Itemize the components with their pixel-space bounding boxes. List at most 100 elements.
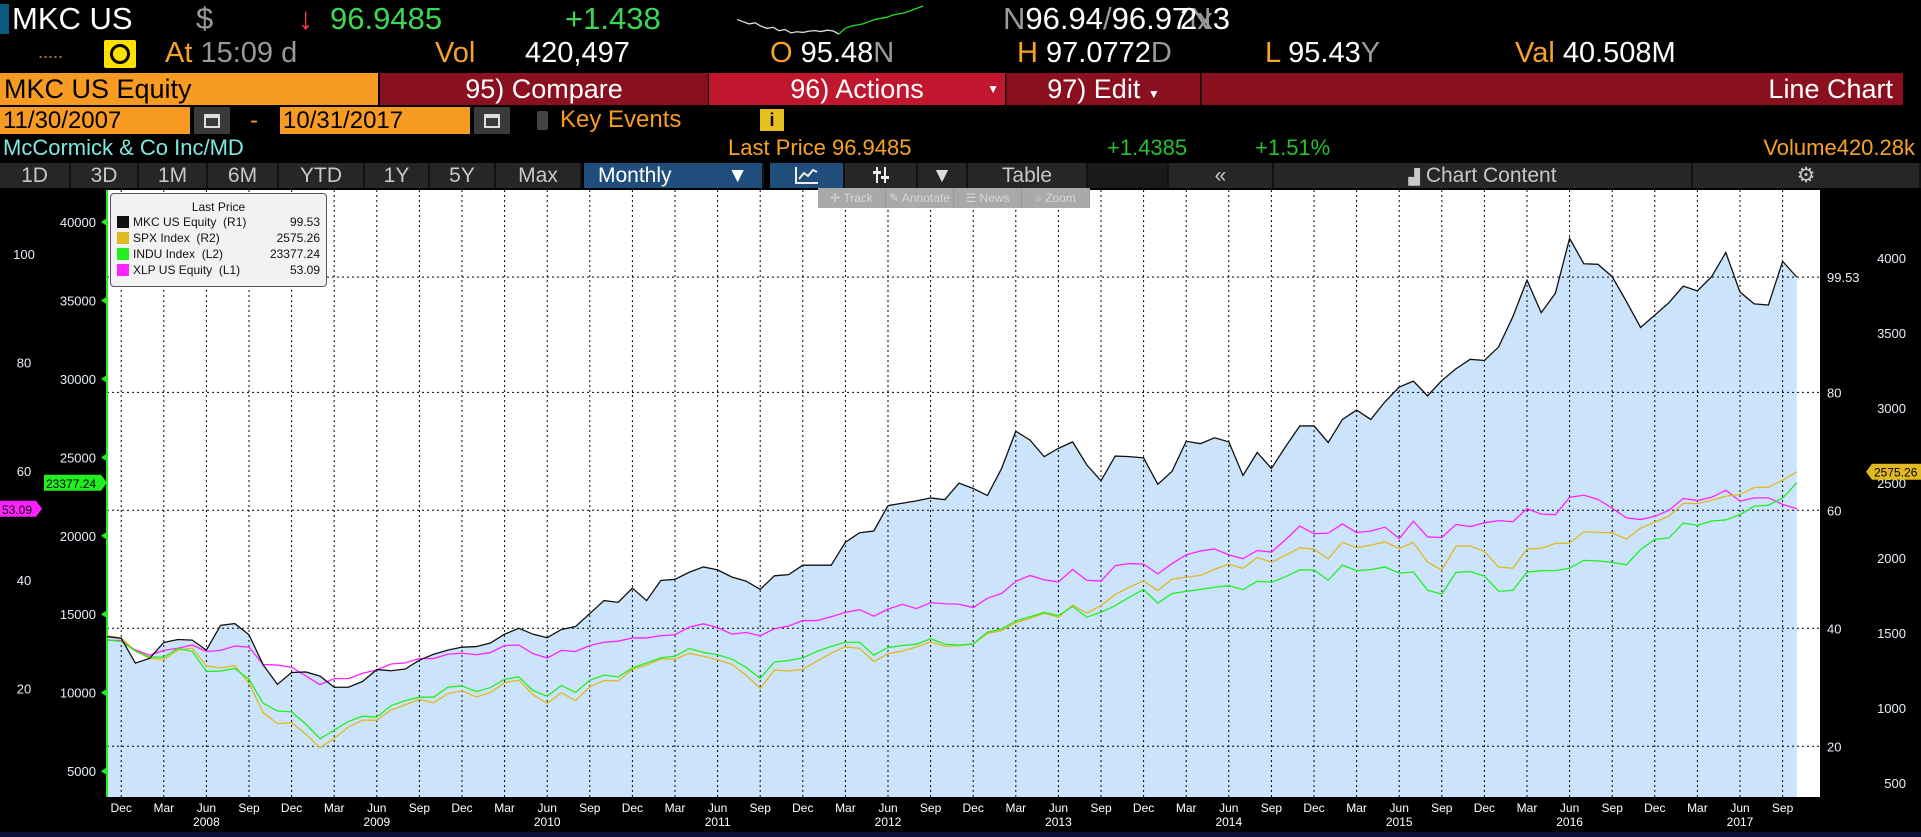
security-field[interactable]: MKC US Equity <box>0 73 378 105</box>
x-tick-label: Sep <box>409 801 431 815</box>
delay-gauge-icon[interactable] <box>104 40 136 68</box>
year-label: 2010 <box>534 815 561 829</box>
compare-button[interactable]: 95) Compare <box>380 73 708 105</box>
key-events-checkbox[interactable] <box>537 111 548 130</box>
line-chart-icon[interactable] <box>770 163 845 188</box>
period-6m-button[interactable]: 6M <box>208 163 279 188</box>
track-label: Track <box>843 191 873 205</box>
price-change: +1.438 <box>565 1 661 36</box>
period-3d-button[interactable]: 3D <box>71 163 139 188</box>
chevron-down-icon: ▼ <box>1147 87 1160 101</box>
down-arrow-icon: ↓ <box>298 1 314 36</box>
left-axis-l2-tick: 15000 <box>60 607 96 622</box>
at-label: At <box>165 37 193 69</box>
time-flag: d <box>281 37 298 69</box>
legend-item-indu[interactable]: INDU Index (L2) 23377.24 <box>111 246 326 262</box>
x-tick-label: Dec <box>963 801 984 815</box>
end-date-input[interactable]: 10/31/2017 <box>280 107 470 134</box>
legend-item-mkc[interactable]: MKC US Equity (R1) 99.53 <box>111 214 326 230</box>
period-1d-button[interactable]: 1D <box>0 163 71 188</box>
start-date-input[interactable]: 11/30/2007 <box>0 107 190 134</box>
year-label: 2009 <box>363 815 390 829</box>
zoom-button[interactable]: ⌕ Zoom <box>1022 188 1090 208</box>
key-events-label[interactable]: Key Events <box>560 106 681 134</box>
left-axis-l2-tick: 30000 <box>60 372 96 387</box>
period-5y-button[interactable]: 5Y <box>430 163 496 188</box>
right-axis-r2-tick: 3000 <box>1877 401 1906 416</box>
legend-series-name: INDU Index <box>133 247 196 261</box>
last-price-value: 96.9485 <box>831 135 912 160</box>
legend-last-value: 23377.24 <box>269 247 320 261</box>
x-tick-label: Sep <box>1261 801 1283 815</box>
magnifier-icon: ⌕ <box>1035 191 1042 205</box>
indu-last-tag-label: 23377.24 <box>46 477 96 491</box>
period-1m-button[interactable]: 1M <box>139 163 208 188</box>
legend-series-name: SPX Index <box>133 231 190 245</box>
chart-type-label: Line Chart <box>1201 73 1903 105</box>
low-flag: Y <box>1360 37 1381 69</box>
value-label: Val <box>1515 37 1555 69</box>
chart-legend[interactable]: Last Price MKC US Equity (R1) 99.53 SPX I… <box>110 193 327 287</box>
x-tick-label: Jun <box>878 801 897 815</box>
x-tick-label: Mar <box>1176 801 1197 815</box>
pencil-icon: ✎ <box>889 191 900 205</box>
chevron-down-icon: ▼ <box>987 82 999 96</box>
ask-size: 3 <box>1212 1 1230 36</box>
annotate-button[interactable]: ✎ Annotate <box>886 188 954 208</box>
x-tick-label: Sep <box>1431 801 1453 815</box>
table-button[interactable]: Table <box>968 163 1088 188</box>
x-tick-label: Jun <box>1730 801 1749 815</box>
calendar-icon[interactable] <box>474 107 510 134</box>
news-button[interactable]: ☰ News <box>954 188 1022 208</box>
calendar-icon[interactable] <box>194 107 230 134</box>
x-tick-label: Dec <box>792 801 813 815</box>
chevron-down-icon: ▼ <box>727 164 748 187</box>
x-tick-label: Mar <box>1346 801 1367 815</box>
legend-item-xlp[interactable]: XLP US Equity (L1) 53.09 <box>111 262 326 278</box>
x-tick-label: Sep <box>1772 801 1794 815</box>
ask: 96.97 <box>1111 1 1190 36</box>
actions-label: 96) Actions <box>790 74 924 104</box>
legend-title: Last Price <box>191 200 246 214</box>
volume-label: Volume <box>1763 135 1837 160</box>
x-tick-label: Mar <box>1517 801 1538 815</box>
collapse-button[interactable]: « <box>1169 163 1274 188</box>
sparkline-prior <box>736 18 840 35</box>
x-tick-label: Jun <box>1560 801 1579 815</box>
x-tick-label: Dec <box>1474 801 1495 815</box>
bid-size: 2 <box>1180 1 1198 36</box>
period-1y-button[interactable]: 1Y <box>365 163 430 188</box>
frequency-dropdown[interactable]: Monthly ▼ <box>584 163 764 188</box>
left-axis-l1-tick: 100 <box>13 247 35 262</box>
info-icon[interactable]: i <box>760 109 784 131</box>
chart-options-dropdown-icon[interactable]: ▼ <box>918 163 968 188</box>
open-flag: N <box>873 37 895 69</box>
period-max-button[interactable]: Max <box>496 163 582 188</box>
legend-item-spx[interactable]: SPX Index (R2) 2575.26 <box>111 230 326 246</box>
year-label: 2013 <box>1045 815 1072 829</box>
x-tick-label: Jun <box>197 801 216 815</box>
year-label: 2008 <box>193 815 220 829</box>
x-tick-label: Jun <box>367 801 386 815</box>
period-ytd-button[interactable]: YTD <box>279 163 365 188</box>
left-axis-tick-mark <box>101 296 107 305</box>
sliders-icon[interactable] <box>845 163 918 188</box>
x-tick-label: Dec <box>1644 801 1665 815</box>
x-tick-label: Dec <box>111 801 132 815</box>
edit-button[interactable]: 97) Edit ▼ <box>1006 73 1200 105</box>
actions-button[interactable]: 96) Actions ▼ <box>709 73 1005 105</box>
legend-series-name: XLP US Equity <box>133 263 213 277</box>
zoom-label: Zoom <box>1045 191 1076 205</box>
left-axis-tick-mark <box>101 218 107 227</box>
edit-label: 97) Edit <box>1047 74 1141 104</box>
x-tick-label: Sep <box>1090 801 1112 815</box>
last-time: 15:09 <box>200 37 274 69</box>
left-axis-l2-tick: 35000 <box>60 293 96 308</box>
track-button[interactable]: ✛ Track <box>818 188 886 208</box>
intraday-sparkline <box>736 5 924 35</box>
bottom-status-strip <box>0 832 1921 837</box>
settings-gear-icon[interactable]: ⚙ <box>1693 163 1921 188</box>
left-axis-tick-mark <box>101 531 107 540</box>
chart-content-button[interactable]: ▟ Chart Content <box>1274 163 1693 188</box>
x-tick-label: Mar <box>665 801 686 815</box>
